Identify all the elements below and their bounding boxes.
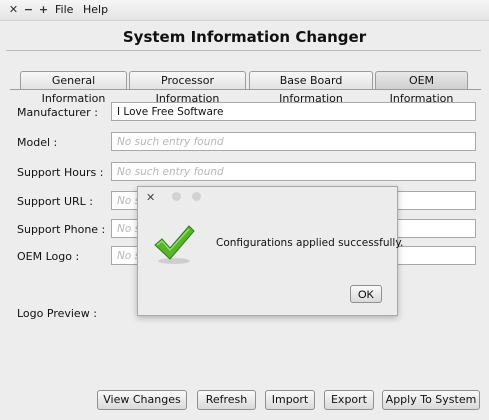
import-button[interactable]: Import <box>265 390 315 410</box>
view-changes-button[interactable]: View Changes <box>97 390 187 410</box>
tab-base-board-information[interactable]: Base Board Information <box>249 71 373 105</box>
logo-preview-label: Logo Preview : <box>17 307 97 320</box>
ok-button[interactable]: OK <box>350 285 382 303</box>
dialog-minimize-icon[interactable] <box>172 192 181 201</box>
tab-divider <box>10 89 481 90</box>
menu-help[interactable]: Help <box>83 3 108 16</box>
dialog-message: Configurations applied successfully. <box>216 237 404 249</box>
export-button[interactable]: Export <box>324 390 374 410</box>
app-title: System Information Changer <box>122 28 367 46</box>
apply-to-system-button[interactable]: Apply To System <box>382 390 480 410</box>
refresh-button[interactable]: Refresh <box>197 390 256 410</box>
maximize-icon[interactable]: + <box>38 4 49 15</box>
tab-oem-information[interactable]: OEM Information <box>375 71 468 105</box>
manufacturer-label: Manufacturer : <box>17 106 98 119</box>
divider <box>6 50 481 51</box>
tab-general-information[interactable]: General Information <box>20 71 127 105</box>
model-label: Model : <box>17 136 58 149</box>
support-hours-field[interactable]: No such entry found <box>111 162 476 181</box>
success-dialog: ✕ Configurations applied successfully. O… <box>137 186 403 316</box>
dialog-maximize-icon[interactable] <box>192 192 201 201</box>
close-icon[interactable]: ✕ <box>8 4 19 15</box>
support-phone-label: Support Phone : <box>17 223 106 236</box>
dialog-close-icon[interactable]: ✕ <box>146 191 155 204</box>
oem-logo-label: OEM Logo : <box>17 250 80 263</box>
model-field[interactable]: No such entry found <box>111 132 476 151</box>
menu-file[interactable]: File <box>55 3 73 16</box>
checkmark-icon <box>154 225 195 264</box>
tab-processor-information[interactable]: Processor Information <box>129 71 246 105</box>
toolbar: ✕ − + File Help <box>0 0 489 21</box>
support-url-label: Support URL : <box>17 195 94 208</box>
manufacturer-field[interactable]: I Love Free Software <box>111 102 476 121</box>
support-hours-label: Support Hours : <box>17 166 104 179</box>
minimize-icon[interactable]: − <box>23 4 34 15</box>
dialog-titlebar: ✕ <box>138 187 397 207</box>
